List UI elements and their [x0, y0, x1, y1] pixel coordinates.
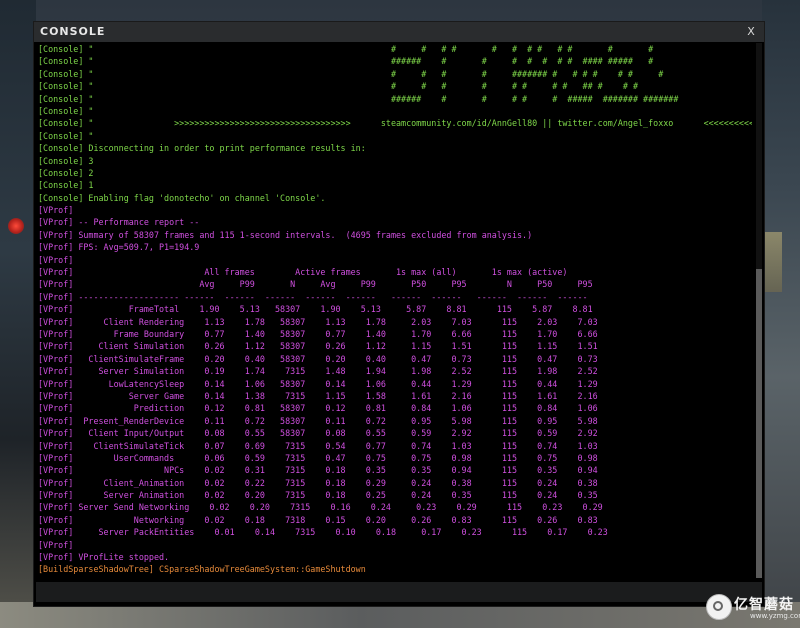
mushroom-logo-icon — [706, 594, 732, 620]
console-titlebar[interactable]: CONSOLE X — [34, 22, 764, 42]
log-line: [Console] " — [38, 105, 94, 116]
log-line: [VProf] Server Simulation 0.19 1.74 7315… — [38, 366, 598, 377]
log-line: [VProf] Client Simulation 0.26 1.12 5830… — [38, 341, 598, 352]
console-title: CONSOLE — [40, 25, 106, 38]
log-line: [VProf] FrameTotal 1.90 5.13 58307 1.90 … — [38, 304, 593, 315]
log-line: [BuildSparseShadowTree] CSparseShadowTre… — [38, 564, 366, 575]
log-line: [Console] 3 — [38, 155, 94, 166]
log-line: [VProf] Summary of 58307 frames and 115 … — [38, 229, 533, 240]
log-line: [VProf] Prediction 0.12 0.81 58307 0.12 … — [38, 403, 598, 414]
console-window: CONSOLE X [Console] " # # # # # # # # # … — [34, 22, 764, 606]
close-icon[interactable]: X — [744, 24, 758, 40]
log-line: [VProf] VProfLite stopped. — [38, 552, 170, 563]
log-line: [VProf] -- Performance report -- — [38, 217, 200, 228]
log-line: [VProf] ClientSimulateFrame 0.20 0.40 58… — [38, 353, 598, 364]
log-line: [VProf] Server Send Networking 0.02 0.20… — [38, 502, 603, 513]
log-line: [VProf] All frames Active frames 1s max … — [38, 267, 568, 278]
log-line: [VProf] NPCs 0.02 0.31 7315 0.18 0.35 0.… — [38, 465, 598, 476]
log-line: [VProf] Present_RenderDevice 0.11 0.72 5… — [38, 415, 598, 426]
log-line: [VProf] Server Animation 0.02 0.20 7315 … — [38, 490, 598, 501]
log-line: [VProf] Client Rendering 1.13 1.78 58307… — [38, 316, 598, 327]
log-line: [Console] " — [38, 130, 94, 141]
background-window-light — [764, 232, 782, 292]
log-line: [VProf] -------------------- ------ ----… — [38, 291, 588, 302]
background-scene-right — [762, 0, 800, 628]
log-line: [Console] Enabling flag 'donotecho' on c… — [38, 192, 326, 203]
scrollbar-thumb[interactable] — [756, 269, 762, 578]
log-line: [Console] " # # # # ####### # # # # # # … — [38, 68, 664, 79]
log-line: [VProf] Server PackEntities 0.01 0.14 73… — [38, 527, 608, 538]
log-line: [Console] 1 — [38, 180, 94, 191]
log-line: [VProf] — [38, 539, 74, 550]
log-line: [Console] Disconnecting in order to prin… — [38, 143, 366, 154]
log-line: [Console] " # # # # # # # # ## # # # — [38, 81, 639, 92]
watermark-url: www.yzmg.com — [750, 612, 800, 620]
log-line: [VProf] FPS: Avg=509.7, P1=194.9 — [38, 242, 200, 253]
log-line: [Console] " ###### # # # # # ##### #####… — [38, 93, 679, 104]
log-line: [VProf] Client Input/Output 0.08 0.55 58… — [38, 428, 598, 439]
log-line: [VProf] Avg P99 N Avg P99 P50 P95 N P50 … — [38, 279, 593, 290]
log-scrollbar[interactable] — [756, 43, 762, 578]
log-line: [VProf] UserCommands 0.06 0.59 7315 0.47… — [38, 452, 598, 463]
log-line: [VProf] ClientSimulateTick 0.07 0.69 731… — [38, 440, 598, 451]
log-line: [Console] " >>>>>>>>>>>>>>>>>>>>>>>>>>>>… — [38, 118, 752, 129]
watermark-brand: 亿智蘑菇 — [734, 597, 794, 613]
background-scene-left — [0, 0, 36, 628]
log-line: [VProf] Frame Boundary 0.77 1.40 58307 0… — [38, 328, 598, 339]
log-line: [Console] " ###### # # # # # # # #### ##… — [38, 56, 654, 67]
log-line: [VProf] Networking 0.02 0.18 7318 0.15 0… — [38, 514, 598, 525]
log-line: [Console] 2 — [38, 167, 94, 178]
watermark: 亿智蘑菇 www.yzmg.com — [704, 592, 800, 626]
console-log: [Console] " # # # # # # # # # # # # [Cons… — [38, 43, 752, 578]
log-line: [VProf] — [38, 254, 74, 265]
log-line: [VProf] Client_Animation 0.02 0.22 7315 … — [38, 477, 598, 488]
log-line: [VProf] Server Game 0.14 1.38 7315 1.15 … — [38, 390, 598, 401]
log-line: [VProf] LowLatencySleep 0.14 1.06 58307 … — [38, 378, 598, 389]
log-line: [Console] " # # # # # # # # # # # # — [38, 44, 654, 54]
log-line: [VProf] — [38, 205, 74, 216]
console-command-input[interactable] — [36, 582, 762, 602]
background-red-light — [8, 218, 24, 234]
